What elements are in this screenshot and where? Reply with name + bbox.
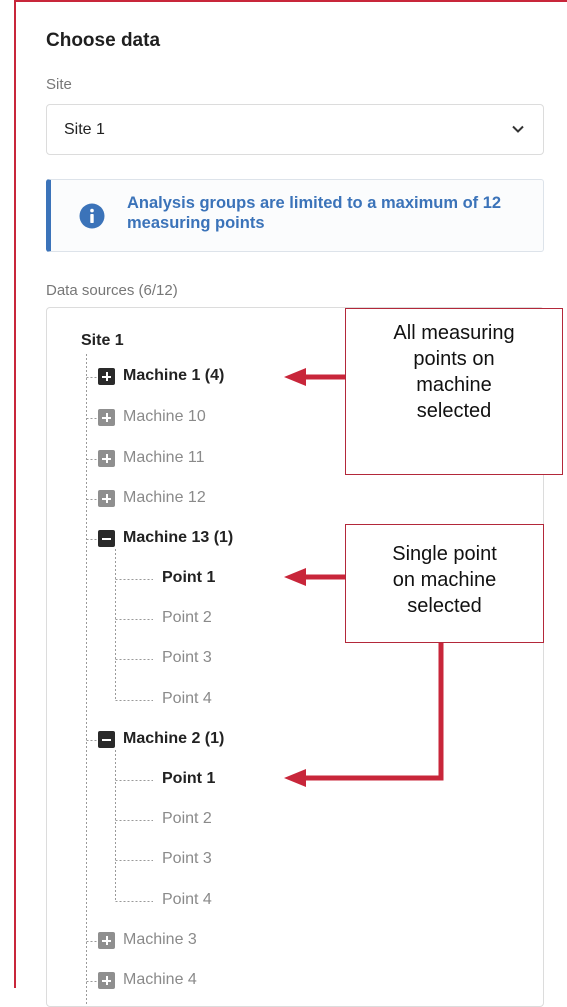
site-select[interactable]: Site 1 <box>46 104 544 155</box>
callout-single-point: Single point on machine selected <box>345 524 544 643</box>
collapse-icon[interactable] <box>98 530 115 547</box>
node-label: Machine 2 (1) <box>123 730 225 747</box>
callout-line: points on <box>413 348 495 370</box>
tree-point-m13-1[interactable]: Point 1 <box>162 569 215 587</box>
callout-line: All measuring <box>393 322 515 344</box>
panel-title: Choose data <box>46 30 161 51</box>
callout-line: on machine <box>392 569 497 591</box>
site-label: Site <box>46 76 72 93</box>
callout-line: Single point <box>392 543 497 565</box>
info-circle-icon <box>79 203 105 229</box>
tree-point-m13-3[interactable]: Point 3 <box>162 649 212 667</box>
node-label: Machine 10 <box>123 408 206 425</box>
node-label: Machine 13 (1) <box>123 529 234 546</box>
callout-line: machine <box>416 374 492 396</box>
tree-point-m2-3[interactable]: Point 3 <box>162 850 212 868</box>
tree-point-m2-1[interactable]: Point 1 <box>162 770 215 788</box>
expand-icon[interactable] <box>98 490 115 507</box>
node-label: Machine 3 <box>123 931 197 948</box>
node-label: Machine 12 <box>123 489 206 506</box>
node-label: Machine 11 <box>123 449 205 466</box>
expand-icon[interactable] <box>98 972 115 989</box>
tree-point-m13-2[interactable]: Point 2 <box>162 609 212 627</box>
site-select-value: Site 1 <box>64 121 105 138</box>
expand-icon[interactable] <box>98 368 115 385</box>
callout-line: selected <box>416 400 492 422</box>
node-label: Machine 1 (4) <box>123 367 225 384</box>
data-sources-label: Data sources (6/12) <box>46 282 178 299</box>
expand-icon[interactable] <box>98 409 115 426</box>
info-banner: Analysis groups are limited to a maximum… <box>46 179 544 252</box>
tree-point-m13-4[interactable]: Point 4 <box>162 690 212 708</box>
callout-line: selected <box>407 595 482 617</box>
tree-root-site[interactable]: Site 1 <box>81 332 124 350</box>
expand-icon[interactable] <box>98 450 115 467</box>
chevron-down-icon <box>512 125 524 133</box>
node-label: Machine 4 <box>123 971 197 988</box>
collapse-icon[interactable] <box>98 731 115 748</box>
callout-all-points: All measuring points on machine selected <box>345 308 563 475</box>
info-message: Analysis groups are limited to a maximum… <box>127 194 502 232</box>
tree-point-m2-2[interactable]: Point 2 <box>162 810 212 828</box>
tree-point-m2-4[interactable]: Point 4 <box>162 891 212 909</box>
expand-icon[interactable] <box>98 932 115 949</box>
